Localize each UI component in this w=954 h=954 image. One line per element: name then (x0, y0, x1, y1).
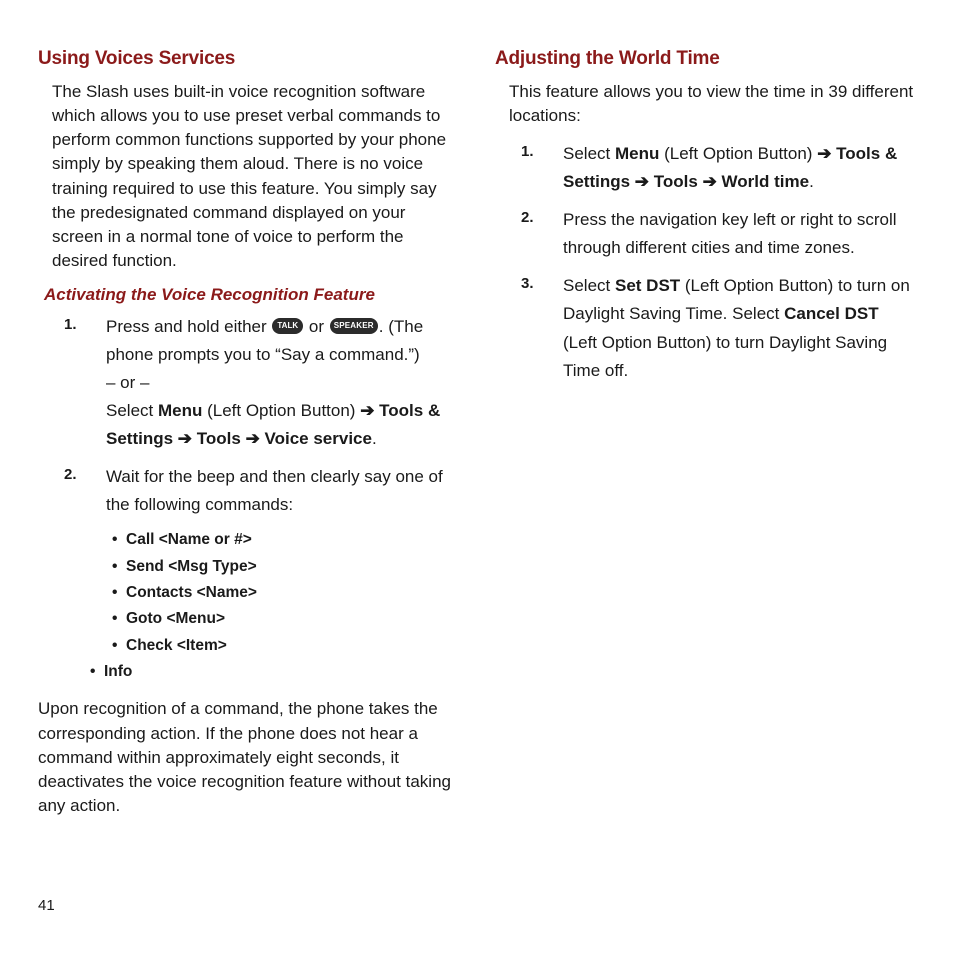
followup-text: Upon recognition of a command, the phone… (38, 697, 459, 818)
step-1: 1. Press and hold either TALK or SPEAKER… (90, 313, 459, 453)
arrow-icon: ➔ (703, 172, 717, 191)
voice-commands-list: Call <Name or #> Send <Msg Type> Contact… (106, 527, 459, 685)
step-number: 2. (64, 463, 77, 488)
intro-world-time: This feature allows you to view the time… (495, 80, 916, 128)
path-segment: Tools (192, 429, 246, 448)
menu-label: Menu (615, 144, 659, 163)
step-text: (Left Option Button) to turn Daylight Sa… (563, 333, 887, 380)
arrow-icon: ➔ (817, 144, 831, 163)
arrow-icon: ➔ (178, 429, 192, 448)
list-item: Send <Msg Type> (126, 554, 459, 580)
or-divider: – or – (106, 373, 149, 392)
step-text: (Left Option Button) (659, 144, 817, 163)
step-text: or (309, 317, 329, 336)
page-number: 41 (38, 897, 55, 914)
step-1: 1. Select Menu (Left Option Button) ➔ To… (547, 140, 916, 196)
page-columns: Using Voices Services The Slash uses bui… (38, 48, 916, 818)
speaker-key-icon: SPEAKER (330, 318, 378, 334)
step-text: (Left Option Button) (202, 401, 360, 420)
set-dst-label: Set DST (615, 276, 680, 295)
list-item: Call <Name or #> (126, 527, 459, 553)
list-item: Check <Item> (126, 633, 459, 659)
heading-world-time: Adjusting the World Time (495, 48, 916, 70)
step-number: 3. (521, 272, 534, 297)
step-number: 1. (521, 140, 534, 165)
right-column: Adjusting the World Time This feature al… (495, 48, 916, 818)
step-3: 3. Select Set DST (Left Option Button) t… (547, 272, 916, 384)
arrow-icon: ➔ (360, 401, 374, 420)
list-item: Goto <Menu> (126, 606, 459, 632)
menu-label: Menu (158, 401, 202, 420)
talk-key-icon: TALK (272, 318, 303, 334)
intro-voice-services: The Slash uses built-in voice recognitio… (38, 80, 459, 273)
cancel-dst-label: Cancel DST (784, 304, 878, 323)
step-text: Select (563, 276, 615, 295)
heading-voice-services: Using Voices Services (38, 48, 459, 70)
list-item: Contacts <Name> (126, 580, 459, 606)
step-number: 2. (521, 206, 534, 231)
step-text: Select (106, 401, 158, 420)
arrow-icon: ➔ (246, 429, 260, 448)
steps-world-time: 1. Select Menu (Left Option Button) ➔ To… (495, 140, 916, 384)
left-column: Using Voices Services The Slash uses bui… (38, 48, 459, 818)
path-segment: Tools (649, 172, 703, 191)
list-item: Info (104, 659, 459, 685)
step-text: Press the navigation key left or right t… (563, 210, 897, 257)
step-text: Press and hold either (106, 317, 271, 336)
path-segment: Voice service (260, 429, 372, 448)
step-2: 2. Wait for the beep and then clearly sa… (90, 463, 459, 685)
step-text: Wait for the beep and then clearly say o… (106, 467, 443, 514)
steps-activating: 1. Press and hold either TALK or SPEAKER… (38, 313, 459, 685)
step-text: Select (563, 144, 615, 163)
step-2: 2. Press the navigation key left or righ… (547, 206, 916, 262)
arrow-icon: ➔ (635, 172, 649, 191)
step-number: 1. (64, 313, 77, 338)
subheading-activating: Activating the Voice Recognition Feature (38, 285, 459, 305)
path-segment: World time (717, 172, 809, 191)
